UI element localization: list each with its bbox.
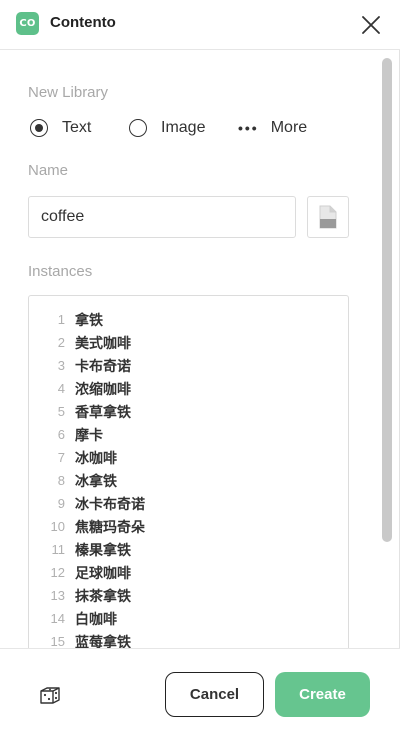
line-number: 3 [57,358,65,373]
line-number: 2 [57,335,65,350]
instance-text: 抹茶拿铁 [75,588,131,605]
instance-text: 卡布奇诺 [75,358,131,375]
instance-text: 足球咖啡 [75,565,131,582]
list-item: 8 冰拿铁 [29,469,348,492]
list-item: 15 蓝莓拿铁 [29,630,348,648]
list-item: 13 抹茶拿铁 [29,584,348,607]
instance-text: 蓝莓拿铁 [75,634,131,649]
app-title: Contento [50,14,116,31]
more-option[interactable]: ••• More [238,116,307,140]
instance-text: 美式咖啡 [75,335,131,352]
line-number: 4 [57,381,65,396]
line-number: 15 [50,634,65,648]
dice-icon [40,687,60,704]
scrollbar[interactable] [378,52,396,648]
instance-text: 冰拿铁 [75,473,117,490]
line-number: 5 [57,404,65,419]
line-number: 6 [57,427,65,442]
instance-text: 冰咖啡 [75,450,117,467]
cancel-button[interactable]: Cancel [165,672,264,717]
list-item: 1 拿铁 [29,308,348,331]
radio-image-option[interactable]: Image [129,116,205,140]
list-item: 7 冰咖啡 [29,446,348,469]
list-item: 4 浓缩咖啡 [29,377,348,400]
title-bar: CO Contento [0,0,400,50]
name-input[interactable] [28,196,296,238]
list-item: 11 榛果拿铁 [29,538,348,561]
line-number: 9 [57,496,65,511]
line-number: 13 [50,588,65,603]
line-number: 12 [50,565,65,580]
line-number: 10 [50,519,65,534]
list-item: 6 摩卡 [29,423,348,446]
dialog-window: CO Contento New Library Text Image ••• M… [0,0,400,744]
list-item: 2 美式咖啡 [29,331,348,354]
list-item: 5 香草拿铁 [29,400,348,423]
line-number: 7 [57,450,65,465]
instance-text: 焦糖玛奇朵 [75,519,145,536]
radio-unselected-icon [129,119,147,137]
instances-editor[interactable]: 1 拿铁 2 美式咖啡 3 卡布奇诺 4 浓缩咖啡 5 香草拿铁 6 摩卡 7 … [28,295,349,648]
instance-text: 白咖啡 [75,611,117,628]
list-item: 12 足球咖啡 [29,561,348,584]
instance-text: 香草拿铁 [75,404,131,421]
radio-text-option[interactable]: Text [30,116,91,140]
library-type-group: Text Image ••• More [28,116,348,140]
line-number: 11 [51,542,66,557]
instance-text: 拿铁 [75,312,103,329]
random-button[interactable] [38,683,62,707]
name-label: Name [28,162,69,179]
more-dots-icon: ••• [238,120,259,136]
create-button[interactable]: Create [275,672,370,717]
line-number: 14 [50,611,65,626]
scrollbar-thumb[interactable] [382,58,392,542]
instance-text: 摩卡 [75,427,103,444]
list-item: 10 焦糖玛奇朵 [29,515,348,538]
list-item: 9 冰卡布奇诺 [29,492,348,515]
line-number: 1 [57,312,65,327]
dialog-content: New Library Text Image ••• More Name cof… [0,50,374,648]
document-icon [319,205,337,229]
dialog-footer: Cancel Create [0,648,400,744]
list-item: 3 卡布奇诺 [29,354,348,377]
list-item: 14 白咖啡 [29,607,348,630]
new-library-label: New Library [28,84,109,101]
instance-text: 榛果拿铁 [75,542,131,559]
radio-image-label: Image [161,119,206,136]
line-number: 8 [57,473,65,488]
radio-selected-icon [30,119,48,137]
instance-text: 浓缩咖啡 [75,381,131,398]
more-label: More [270,119,308,136]
close-icon [362,16,380,34]
radio-text-label: Text [62,119,92,136]
close-button[interactable] [358,12,384,38]
instances-label: Instances [28,263,93,280]
app-logo: CO [16,12,39,35]
file-button[interactable] [307,196,349,238]
instance-text: 冰卡布奇诺 [75,496,145,513]
